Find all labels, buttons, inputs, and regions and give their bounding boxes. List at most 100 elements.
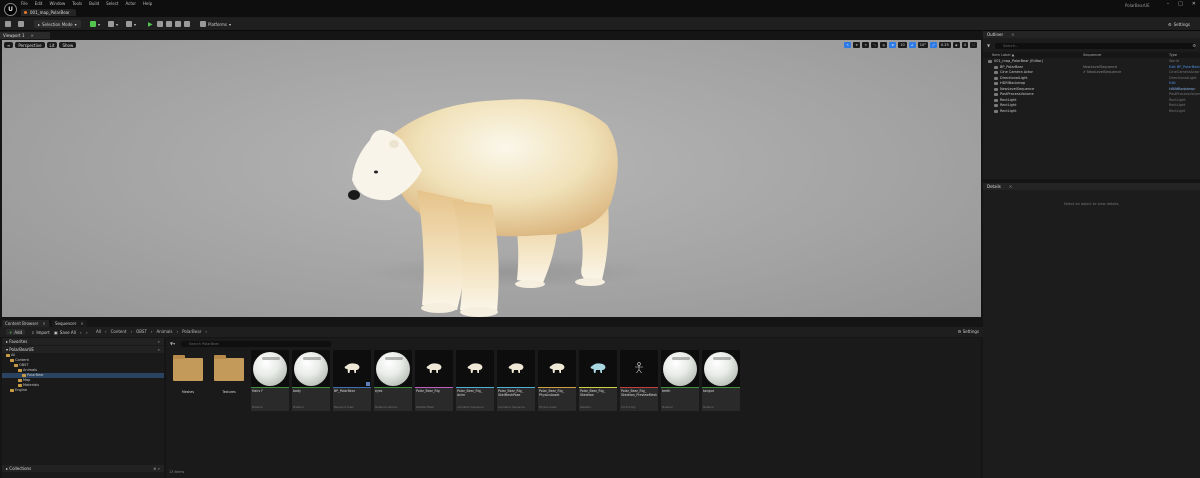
asset-tile[interactable]: Polar_Bear_Rig_ Skeleton Skeleton — [579, 350, 617, 411]
selection-mode-icon: ▸ — [38, 21, 41, 27]
details-tab[interactable]: Details ✕ — [983, 183, 1200, 190]
eject-icon[interactable] — [175, 20, 181, 28]
folder-icon — [18, 378, 22, 382]
back-icon[interactable]: ‹ — [80, 329, 82, 335]
menu-edit[interactable]: Edit — [35, 1, 43, 6]
breadcrumb-item[interactable]: Animals — [157, 329, 173, 334]
outliner-settings-icon[interactable]: ⚙ — [1192, 43, 1196, 48]
favorites-header[interactable]: ▸ Favorites ⌕ — [2, 338, 164, 345]
asset-search-input[interactable]: Search PolarBear — [181, 341, 331, 347]
polar-bear-model[interactable] — [2, 40, 981, 317]
unreal-logo-icon[interactable]: U — [4, 3, 17, 16]
forward-icon[interactable]: › — [86, 329, 88, 335]
filter-icon[interactable]: ▼ — [987, 43, 990, 48]
platforms-dropdown[interactable]: Platforms ▾ — [200, 20, 231, 28]
breadcrumb-item[interactable]: All — [96, 329, 101, 334]
settings-button[interactable]: ⚙ Settings — [1168, 20, 1190, 28]
outliner-row[interactable]: RectLight RectLight — [983, 109, 1200, 115]
asset-thumbnail — [620, 350, 658, 387]
search-icon[interactable]: ⌕ — [158, 339, 160, 344]
level-viewport[interactable]: ≡ Perspective Lit Show ↖ ✥ ↻ ⤡ ◍ # 10 ∠ … — [2, 40, 981, 317]
close-icon[interactable]: ✕ — [42, 321, 45, 326]
add-actor-icon[interactable]: ▾ — [90, 20, 100, 28]
material-thumbnail — [374, 350, 412, 387]
folder-icon — [18, 368, 22, 372]
asset-tile[interactable]: Polar_Bear_Rig_ SkelMeshPose Animation Se… — [497, 350, 535, 411]
folder-tile[interactable]: Textures — [210, 350, 248, 411]
close-icon[interactable]: ✕ — [31, 33, 34, 38]
folder-icon — [173, 355, 203, 381]
menu-help[interactable]: Help — [143, 1, 152, 6]
asset-tile[interactable]: Polar_Bear_Rig_ Anim Animation Sequence — [456, 350, 494, 411]
menu-actor[interactable]: Actor — [125, 1, 136, 6]
actor-icon — [988, 60, 992, 63]
map-tab[interactable]: 001_map_PolarBear — [21, 9, 76, 16]
breadcrumb-item[interactable]: PolarBear — [182, 329, 201, 334]
tree-folder-engine[interactable]: Engine — [2, 388, 164, 393]
content-browser-tab[interactable]: Content Browser ✕ — [2, 320, 49, 327]
folder-tile[interactable]: Meshes — [169, 350, 207, 411]
folder-icon — [6, 353, 10, 357]
add-collection-icon[interactable]: ⊕ ⌕ — [153, 466, 160, 471]
plus-icon: + — [9, 329, 13, 335]
asset-tile[interactable]: tongue Material — [702, 350, 740, 411]
asset-tile[interactable]: BP_PolarBear Blueprint Class — [333, 350, 371, 411]
browse-icon[interactable] — [18, 20, 24, 28]
selection-mode-dropdown[interactable]: ▸ Selection Mode ▾ — [34, 20, 81, 28]
asset-tile[interactable]: Polar_Bear_Rig_ PhysicsAsset Physics Asse… — [538, 350, 576, 411]
filter-icon[interactable]: ▼▾ — [170, 341, 175, 346]
menu-file[interactable]: File — [21, 1, 28, 6]
play-button[interactable]: ▶ — [148, 20, 153, 28]
maximize-icon[interactable]: □ — [1178, 1, 1183, 7]
close-icon[interactable]: ✕ — [1011, 32, 1014, 37]
menu-bar: File Edit Window Tools Build Select Acto… — [21, 1, 152, 6]
close-icon[interactable]: ✕ — [80, 321, 83, 326]
outliner-search-input[interactable]: Search... — [995, 43, 1195, 49]
folder-icon — [10, 388, 14, 392]
column-sequencer[interactable]: Sequencer — [1083, 53, 1102, 57]
viewport-tab[interactable]: Viewport 1 ✕ — [0, 32, 50, 39]
asset-tile[interactable]: eyes Material Instance — [374, 350, 412, 411]
import-button[interactable]: ⇩ Import — [31, 329, 50, 335]
breadcrumb-item[interactable]: Content — [111, 329, 127, 334]
close-icon[interactable]: ✕ — [1009, 184, 1012, 189]
cinematics-icon[interactable]: ▾ — [126, 20, 136, 28]
collections-header[interactable]: ▸ Collections ⊕ ⌕ — [2, 465, 164, 472]
asset-tile[interactable]: Hairs F Material — [251, 350, 289, 411]
asset-type: Material Instance — [375, 406, 398, 409]
asset-tile[interactable]: teeth Material — [661, 350, 699, 411]
stop-icon[interactable] — [166, 20, 172, 28]
asset-type-color-bar — [333, 387, 371, 388]
menu-select[interactable]: Select — [106, 1, 118, 6]
play-options-icon[interactable] — [184, 20, 190, 28]
search-icon[interactable]: ⌕ — [158, 347, 160, 352]
blueprint-icon[interactable]: ▾ — [108, 20, 118, 28]
asset-type: Material — [703, 406, 714, 409]
bear-thumbnail-icon — [548, 363, 565, 373]
column-item-label[interactable]: Item Label ▲ — [992, 53, 1014, 57]
outliner-panel: Outliner ✕ ▼ Search... ⚙ Item Label ▲ Se… — [983, 31, 1200, 209]
minimize-icon[interactable]: – — [1167, 1, 1170, 7]
menu-build[interactable]: Build — [89, 1, 99, 6]
close-icon[interactable]: ✕ — [1192, 1, 1196, 7]
save-icon: ▣ — [54, 329, 58, 335]
asset-tile[interactable]: body Material — [292, 350, 330, 411]
content-browser-settings-button[interactable]: ⚙ Settings — [958, 329, 979, 334]
asset-type-color-bar — [538, 387, 576, 388]
step-icon[interactable] — [157, 20, 163, 28]
actor-icon — [994, 109, 998, 113]
save-icon[interactable] — [5, 20, 11, 28]
chevron-down-icon: ▾ — [74, 21, 77, 27]
asset-type: Material — [293, 406, 304, 409]
add-button[interactable]: + Add — [6, 329, 26, 335]
column-type[interactable]: Type — [1169, 53, 1177, 57]
outliner-tab[interactable]: Outliner ✕ — [983, 31, 1200, 38]
menu-window[interactable]: Window — [49, 1, 65, 6]
sequencer-tab[interactable]: Sequencer ✕ — [52, 320, 87, 327]
project-header[interactable]: ▾ PolarBearUE ⌕ — [2, 346, 164, 353]
breadcrumb-item[interactable]: OBST — [136, 329, 147, 334]
save-all-button[interactable]: ▣ Save All — [54, 329, 76, 335]
asset-tile[interactable]: Polar_Bear_Rig_ Skeleton_PreviewMesh Cont… — [620, 350, 658, 411]
menu-tools[interactable]: Tools — [72, 1, 82, 6]
asset-tile[interactable]: Polar_Bear_Rig Skeletal Mesh — [415, 350, 453, 411]
